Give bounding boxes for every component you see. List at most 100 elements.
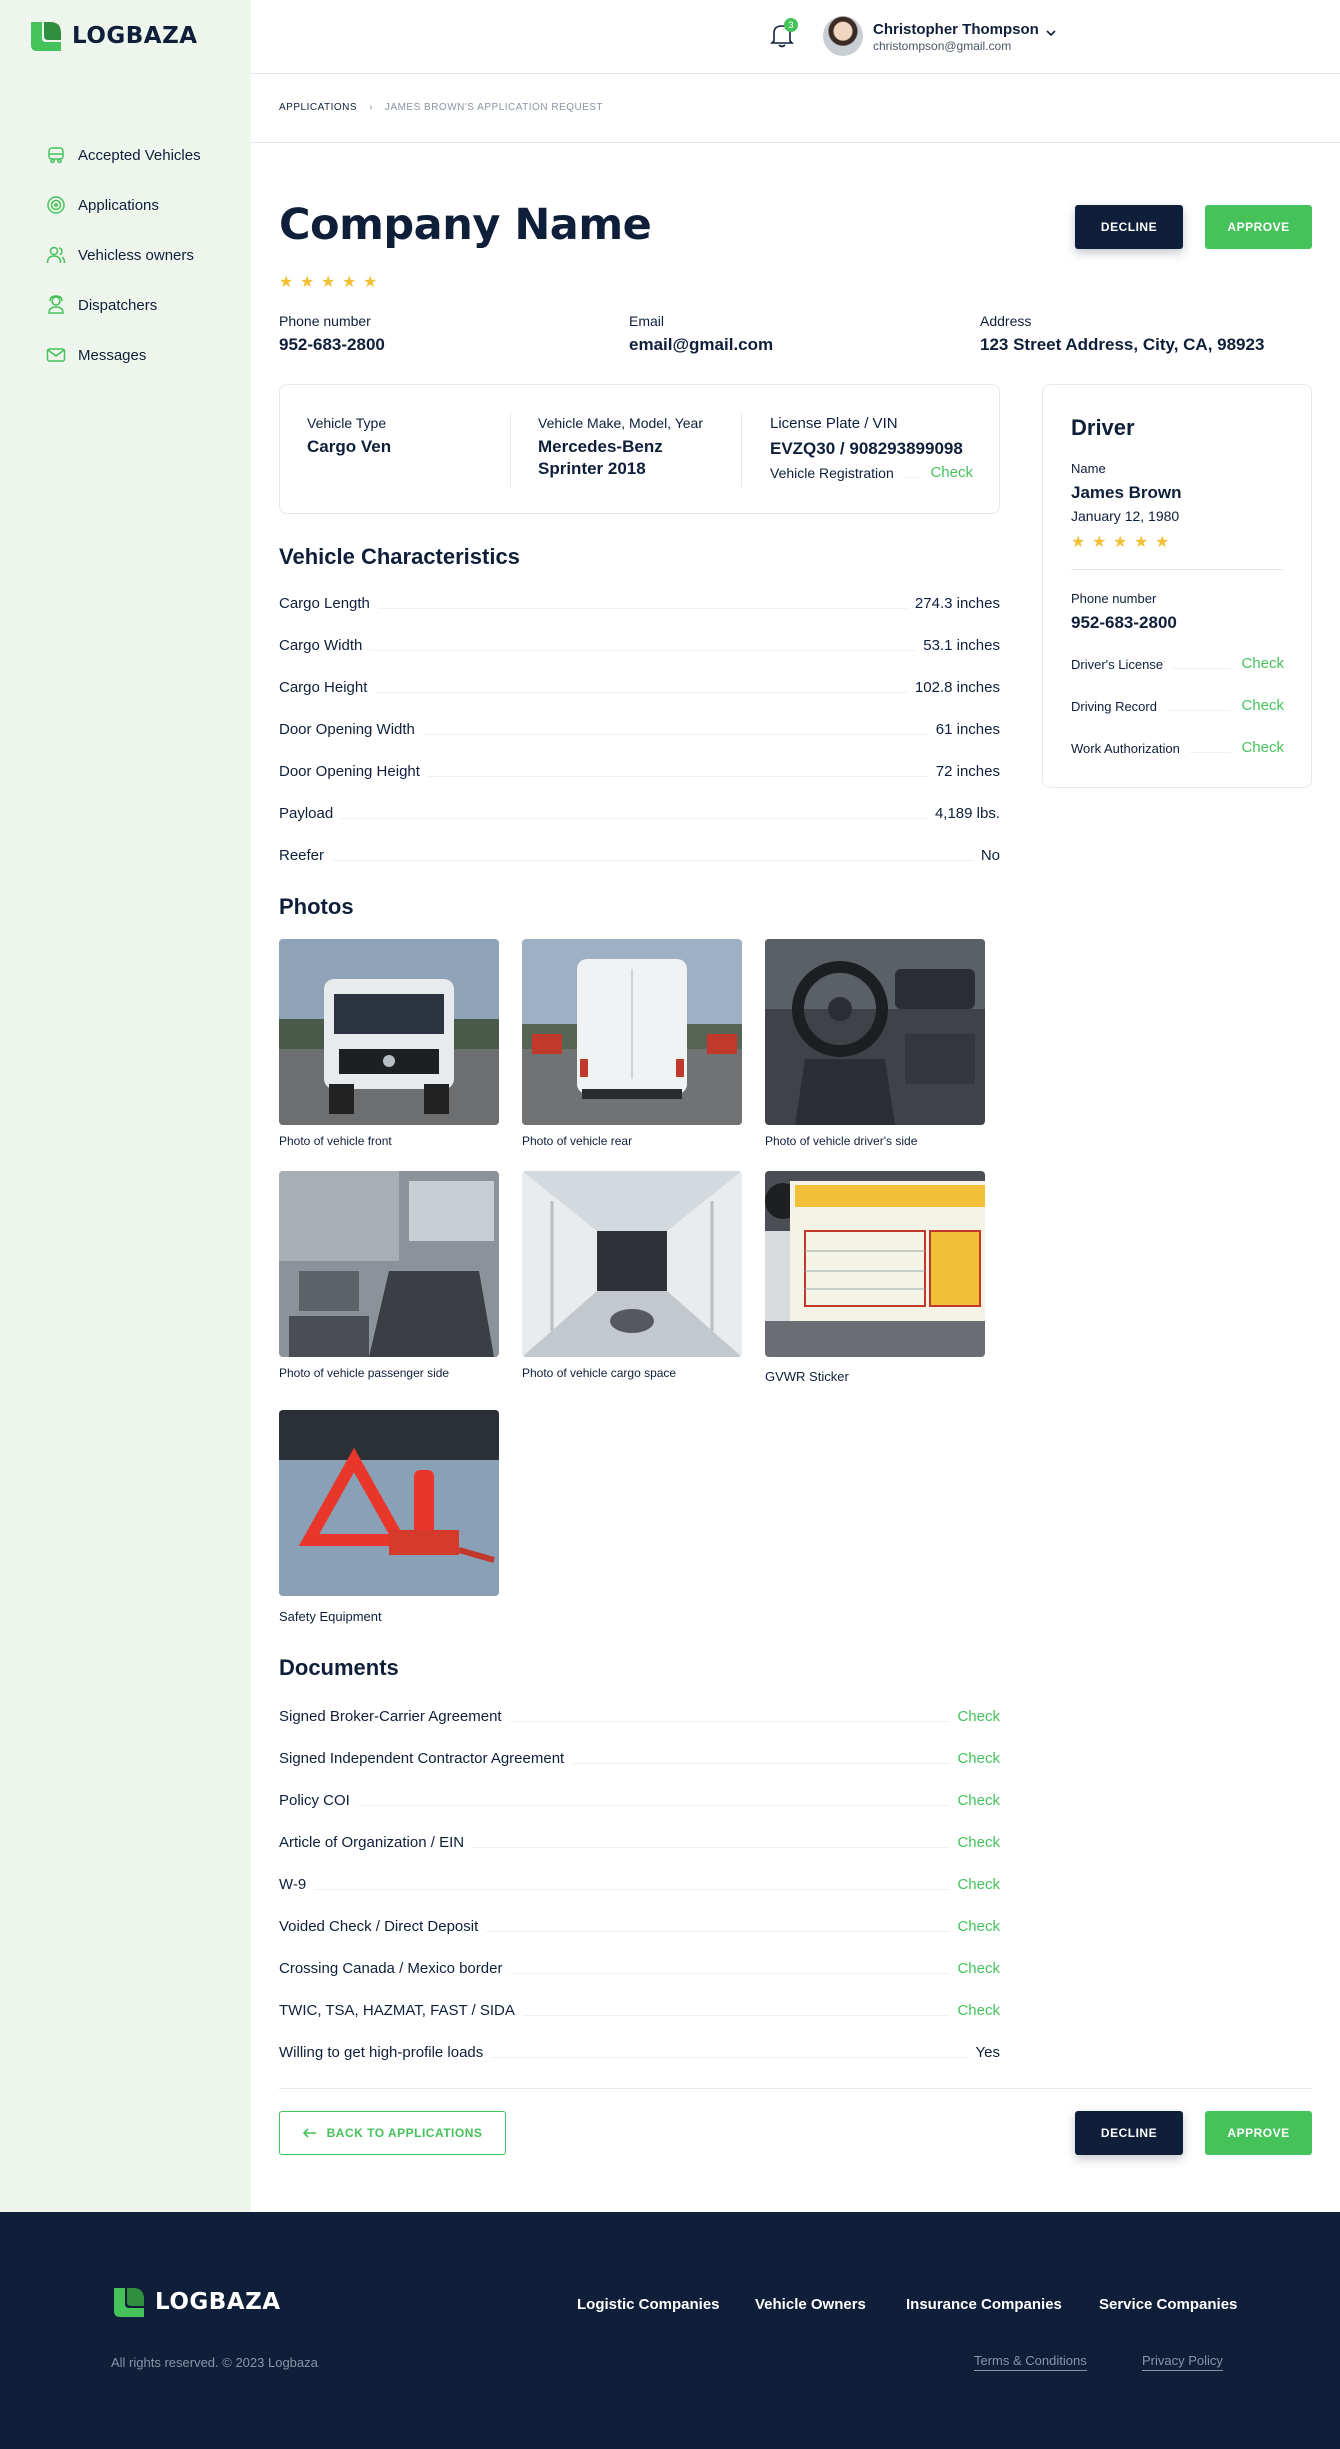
license-plate-label: License Plate / VIN	[770, 415, 898, 432]
document-check-link[interactable]: Check	[957, 1834, 1000, 1851]
mail-icon	[46, 345, 66, 365]
driver-phone-label: Phone number	[1071, 591, 1157, 606]
document-check-link[interactable]: Check	[957, 1708, 1000, 1725]
sidebar-item-label: Dispatchers	[78, 296, 158, 314]
footer	[0, 2212, 1340, 2449]
star-icon: ★	[1134, 534, 1149, 551]
row-value: 61 inches	[935, 721, 1000, 738]
star-icon: ★	[363, 274, 378, 291]
logo-mark-icon	[114, 2288, 144, 2317]
document-check-link[interactable]: Check	[957, 1918, 1000, 1935]
document-row: Signed Independent Contractor Agreement C…	[279, 1745, 1000, 1767]
characteristic-row: Reefer No	[279, 842, 1000, 864]
photo-vehicle-passenger-side[interactable]	[279, 1171, 499, 1357]
vehicle-card: Vehicle Type Cargo Ven Vehicle Make, Mod…	[279, 384, 1000, 514]
notification-badge: 3	[784, 18, 798, 32]
star-icon: ★	[1155, 534, 1170, 551]
row-value: No	[980, 847, 1000, 864]
row-label: Cargo Height	[279, 679, 368, 696]
headset-icon	[46, 295, 66, 315]
row-label: TWIC, TSA, HAZMAT, FAST / SIDA	[279, 2002, 515, 2019]
sidebar-item-accepted-vehicles[interactable]: Accepted Vehicles	[46, 130, 201, 180]
driving-record-check-link[interactable]: Check	[1241, 697, 1284, 714]
sidebar-item-applications[interactable]: Applications	[46, 180, 201, 230]
footer-terms-link[interactable]: Terms & Conditions	[974, 2353, 1087, 2371]
footer-link-service-companies[interactable]: Service Companies	[1099, 2296, 1237, 2313]
photo-vehicle-cargo-space[interactable]	[522, 1171, 742, 1357]
row-value: 53.1 inches	[923, 637, 1000, 654]
notifications-button[interactable]: 3	[770, 18, 798, 50]
row-value: 4,189 lbs.	[934, 805, 1000, 822]
driver-dob: January 12, 1980	[1071, 508, 1180, 524]
divider	[741, 413, 742, 487]
sidebar-item-vehicless-owners[interactable]: Vehicless owners	[46, 230, 201, 280]
document-check-link[interactable]: Check	[957, 1876, 1000, 1893]
document-row: Policy COI Check	[279, 1787, 1000, 1809]
document-row: Voided Check / Direct Deposit Check	[279, 1913, 1000, 1935]
brand-logo[interactable]: LOGBAZA	[28, 18, 198, 54]
footer-privacy-link[interactable]: Privacy Policy	[1142, 2353, 1223, 2371]
document-check-link[interactable]: Check	[957, 1750, 1000, 1767]
document-check-link[interactable]: Check	[957, 1960, 1000, 1977]
decline-button-bottom[interactable]: DECLINE	[1075, 2111, 1183, 2155]
breadcrumb-current: JAMES BROWN'S APPLICATION REQUEST	[384, 102, 604, 113]
divider	[279, 2088, 1312, 2089]
vehicle-registration-check-link[interactable]: Check	[930, 464, 973, 481]
photo-gvwr-sticker[interactable]	[765, 1171, 985, 1357]
driver-doc-row: Driver's License Check	[1071, 655, 1284, 672]
characteristic-row: Door Opening Height 72 inches	[279, 758, 1000, 780]
document-row: Article of Organization / EIN Check	[279, 1829, 1000, 1851]
photo-caption: GVWR Sticker	[765, 1369, 849, 1384]
row-label: Door Opening Width	[279, 721, 415, 738]
footer-copyright: All rights reserved. © 2023 Logbaza	[111, 2355, 318, 2370]
document-check-link[interactable]: Check	[957, 2002, 1000, 2019]
document-row: Crossing Canada / Mexico border Check	[279, 1955, 1000, 1977]
photo-vehicle-drivers-side[interactable]	[765, 939, 985, 1125]
document-row: Willing to get high-profile loads Yes	[279, 2039, 1000, 2061]
work-authorization-check-link[interactable]: Check	[1241, 739, 1284, 756]
breadcrumb-root[interactable]: APPLICATIONS	[279, 102, 357, 113]
row-value: 274.3 inches	[914, 595, 1000, 612]
star-icon: ★	[1113, 534, 1128, 551]
sidebar-item-dispatchers[interactable]: Dispatchers	[46, 280, 201, 330]
approve-button-bottom[interactable]: APPROVE	[1205, 2111, 1312, 2155]
user-name[interactable]: Christopher Thompson	[873, 21, 1039, 38]
email-link[interactable]: email@gmail.com	[629, 335, 773, 355]
characteristic-row: Cargo Length 274.3 inches	[279, 590, 1000, 612]
drivers-license-check-link[interactable]: Check	[1241, 655, 1284, 672]
characteristic-row: Payload 4,189 lbs.	[279, 800, 1000, 822]
sidebar-item-label: Applications	[78, 196, 159, 214]
photo-caption: Photo of vehicle rear	[522, 1134, 633, 1148]
footer-link-insurance-companies[interactable]: Insurance Companies	[906, 2296, 1062, 2313]
users-icon	[46, 245, 66, 265]
avatar[interactable]	[823, 16, 863, 56]
footer-link-logistic-companies[interactable]: Logistic Companies	[577, 2296, 720, 2313]
driver-name-label: Name	[1071, 461, 1106, 476]
footer-brand-name: LOGBAZA	[155, 2289, 281, 2315]
row-label: Payload	[279, 805, 334, 822]
decline-button[interactable]: DECLINE	[1075, 205, 1183, 249]
document-row: Signed Broker-Carrier Agreement Check	[279, 1703, 1000, 1725]
divider	[1071, 569, 1283, 570]
footer-logo[interactable]: LOGBAZA	[111, 2284, 281, 2320]
driver-doc-label: Work Authorization	[1071, 741, 1180, 756]
document-check-link[interactable]: Check	[957, 1792, 1000, 1809]
approve-button[interactable]: APPROVE	[1205, 205, 1312, 249]
footer-link-vehicle-owners[interactable]: Vehicle Owners	[755, 2296, 866, 2313]
photo-vehicle-front[interactable]	[279, 939, 499, 1125]
arrow-left-icon	[302, 2128, 316, 2138]
driver-rating: ★ ★ ★ ★ ★	[1071, 534, 1170, 551]
sidebar-item-messages[interactable]: Messages	[46, 330, 201, 380]
photo-vehicle-rear[interactable]	[522, 939, 742, 1125]
star-icon: ★	[1071, 534, 1086, 551]
section-title-characteristics: Vehicle Characteristics	[279, 544, 520, 569]
chevron-down-icon[interactable]	[1044, 26, 1058, 40]
driver-phone-value: 952-683-2800	[1071, 613, 1177, 632]
photo-safety-equipment[interactable]	[279, 1410, 499, 1596]
sidebar-item-label: Vehicless owners	[78, 246, 194, 264]
vehicle-type-label: Vehicle Type	[307, 415, 387, 431]
photo-caption: Photo of vehicle passenger side	[279, 1366, 450, 1380]
back-to-applications-button[interactable]: BACK TO APPLICATIONS	[279, 2111, 506, 2155]
row-label: Article of Organization / EIN	[279, 1834, 465, 1851]
characteristic-row: Door Opening Width 61 inches	[279, 716, 1000, 738]
